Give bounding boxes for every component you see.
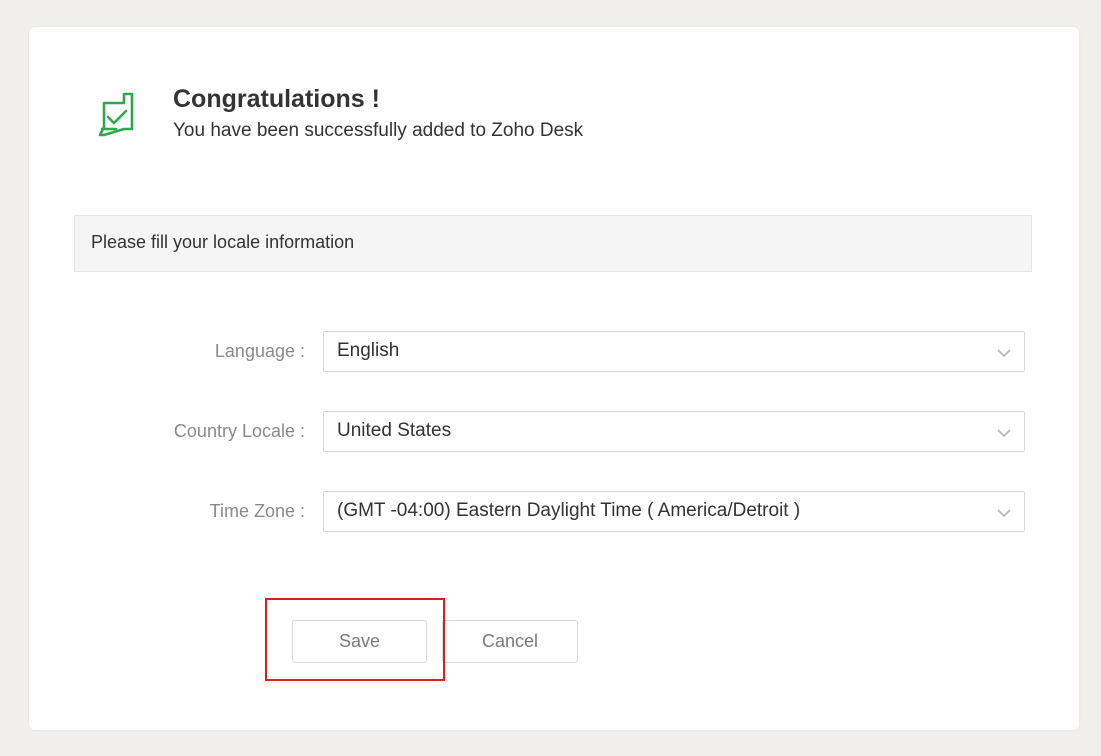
language-row: Language : English: [29, 331, 1079, 373]
time-zone-select-value: (GMT -04:00) Eastern Daylight Time ( Ame…: [337, 500, 801, 521]
chevron-down-icon: [997, 349, 1011, 358]
page-subtitle: You have been successfully added to Zoho…: [173, 120, 584, 141]
country-locale-select[interactable]: United States: [323, 411, 1025, 452]
save-button[interactable]: Save: [292, 620, 427, 663]
language-select[interactable]: English: [323, 331, 1025, 372]
language-label: Language :: [214, 341, 305, 361]
country-locale-select-value: United States: [337, 420, 452, 441]
time-zone-select[interactable]: (GMT -04:00) Eastern Daylight Time ( Ame…: [323, 491, 1025, 532]
page-title: Congratulations !: [173, 85, 380, 113]
chat-check-icon: [98, 92, 134, 137]
cancel-button[interactable]: Cancel: [442, 620, 578, 663]
locale-setup-card: Congratulations ! You have been successf…: [29, 27, 1079, 730]
country-locale-label: Country Locale :: [173, 421, 305, 441]
time-zone-row: Time Zone : (GMT -04:00) Eastern Dayligh…: [29, 491, 1079, 533]
country-locale-row: Country Locale : United States: [29, 411, 1079, 453]
language-select-value: English: [337, 340, 400, 361]
time-zone-label: Time Zone :: [209, 501, 305, 521]
info-bar-text: Please fill your locale information: [91, 232, 355, 252]
info-bar: Please fill your locale information: [74, 215, 1032, 272]
chevron-down-icon: [997, 429, 1011, 438]
chevron-down-icon: [997, 509, 1011, 518]
